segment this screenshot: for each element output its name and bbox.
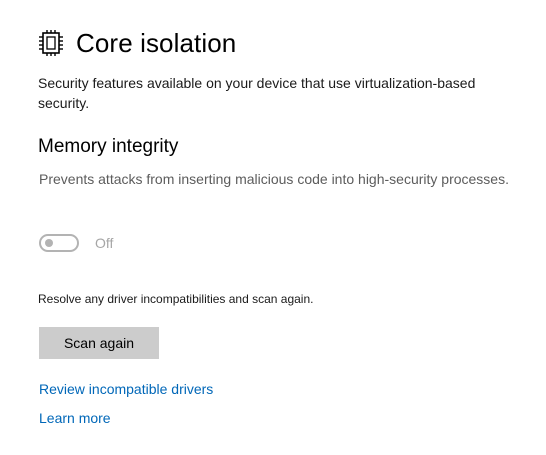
chip-icon [38,29,64,57]
toggle-state-label: Off [95,235,114,251]
page-description: Security features available on your devi… [38,75,476,111]
page-title: Core isolation [76,28,237,58]
scan-again-button[interactable]: Scan again [39,327,159,359]
memory-integrity-toggle-group: Off [39,233,113,253]
memory-integrity-description: Prevents attacks from inserting maliciou… [39,171,509,187]
page-header: Core isolation [38,26,236,60]
resolve-instructions: Resolve any driver incompatibilities and… [38,292,314,306]
toggle-knob [45,239,53,247]
learn-more-link[interactable]: Learn more [39,408,111,428]
memory-integrity-heading: Memory integrity [38,136,179,157]
memory-integrity-toggle[interactable] [39,234,79,252]
review-incompatible-drivers-link[interactable]: Review incompatible drivers [39,379,213,399]
